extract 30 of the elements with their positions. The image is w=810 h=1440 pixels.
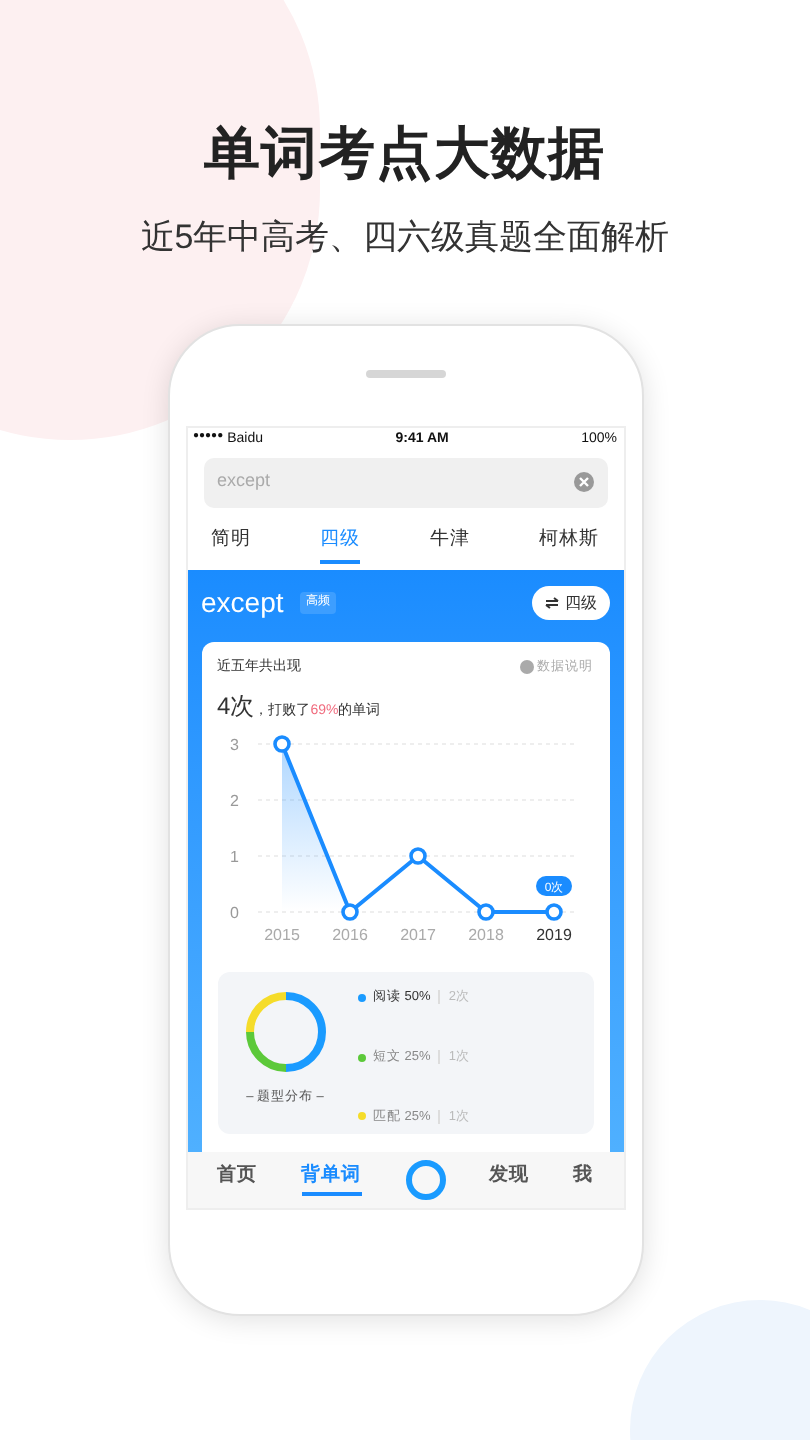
x-tick-label: 2016 bbox=[331, 926, 367, 944]
headline: 单词考点大数据 bbox=[204, 120, 606, 188]
dictionary-tab[interactable]: 牛津 bbox=[429, 525, 470, 564]
nav-tab[interactable]: 我 bbox=[573, 1161, 593, 1197]
phone-speaker bbox=[365, 369, 445, 377]
y-tick-label: 0 bbox=[229, 904, 238, 922]
x-tick-label: 2019 bbox=[535, 926, 571, 944]
donut-drawing bbox=[245, 992, 325, 1072]
data-point bbox=[408, 847, 426, 865]
info-icon bbox=[519, 660, 533, 675]
data-point bbox=[340, 903, 358, 921]
switch-button[interactable]: 四级 bbox=[531, 586, 609, 620]
swap-icon bbox=[543, 596, 559, 610]
nav-tab[interactable]: 发现 bbox=[489, 1161, 529, 1197]
data-point bbox=[272, 735, 290, 753]
dictionary-tab[interactable]: 柯林斯 bbox=[538, 525, 599, 564]
data-point bbox=[544, 903, 562, 921]
x-tick-label: 2015 bbox=[263, 926, 299, 944]
y-tick-label: 1 bbox=[229, 848, 238, 866]
clear-icon[interactable] bbox=[573, 472, 593, 492]
nav-tab[interactable]: 首页 bbox=[217, 1161, 257, 1197]
dictionary-tab[interactable]: 简明 bbox=[211, 525, 251, 564]
subheadline: 近5年中高考、四六级真题全面解析 bbox=[140, 216, 670, 260]
data-point bbox=[476, 903, 494, 921]
y-tick-label: 2 bbox=[229, 792, 238, 810]
y-tick-label: 3 bbox=[229, 736, 238, 754]
word-title: except bbox=[201, 584, 284, 622]
x-tick-label: 2018 bbox=[467, 926, 503, 944]
center-ring-icon[interactable] bbox=[405, 1159, 445, 1199]
x-tick-label: 2017 bbox=[399, 926, 435, 944]
